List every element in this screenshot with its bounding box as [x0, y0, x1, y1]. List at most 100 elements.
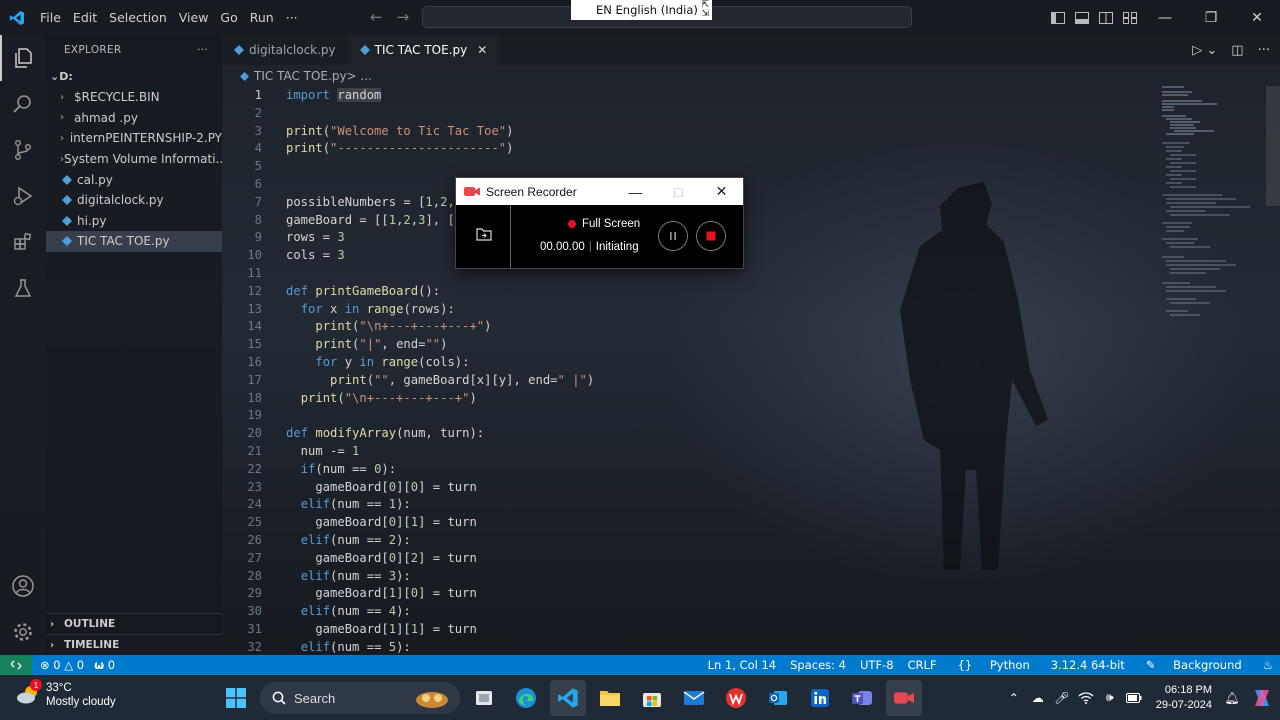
- code-line[interactable]: 15 print("|", end=""): [222, 336, 1122, 354]
- code-line[interactable]: 1 import random: [222, 87, 1122, 105]
- onedrive-cloud-icon[interactable]: ☁: [1026, 675, 1050, 720]
- toggle-secondary-sidebar-icon[interactable]: [1094, 0, 1118, 35]
- search-icon[interactable]: [0, 81, 46, 127]
- restore-window-icon[interactable]: ❐: [1188, 0, 1234, 35]
- outline-section[interactable]: › OUTLINE: [46, 613, 222, 634]
- source-control-icon[interactable]: [0, 127, 46, 173]
- customize-layout-icon[interactable]: [1118, 0, 1142, 35]
- settings-gear-icon[interactable]: [0, 609, 46, 655]
- code-line[interactable]: 14 print("\n+---+---+---+"): [222, 318, 1122, 336]
- code-line[interactable]: 26 elif(num == 2):: [222, 532, 1122, 550]
- code-line[interactable]: 2: [222, 105, 1122, 123]
- testing-flask-icon[interactable]: [0, 265, 46, 311]
- account-icon[interactable]: [0, 563, 46, 609]
- run-debug-icon[interactable]: [0, 173, 46, 219]
- windows-start-icon[interactable]: [218, 680, 254, 716]
- minimap[interactable]: [1160, 86, 1270, 326]
- close-window-icon[interactable]: ✕: [1234, 0, 1280, 35]
- microsoft-store-icon[interactable]: [634, 680, 670, 716]
- taskbar-clock[interactable]: 06:18 PM 29-07-2024: [1146, 683, 1220, 713]
- tree-folder-system-volume[interactable]: › System Volume Informati...: [46, 149, 222, 170]
- minimize-window-icon[interactable]: —: [1142, 0, 1188, 35]
- tree-file-digitalclock[interactable]: digitalclock.py: [46, 190, 222, 211]
- split-editor-icon[interactable]: ◫: [1231, 43, 1243, 58]
- timeline-section[interactable]: › TIMELINE: [46, 634, 222, 655]
- breadcrumb-file[interactable]: TIC TAC TOE.py: [254, 69, 347, 83]
- python-interpreter[interactable]: 3.12.4 64-bit: [1044, 658, 1132, 672]
- code-line[interactable]: 4 print("----------------------"): [222, 140, 1122, 158]
- linkedin-icon[interactable]: [802, 680, 838, 716]
- minimize-icon[interactable]: —: [614, 178, 657, 205]
- code-line[interactable]: 13 for x in range(rows):: [222, 301, 1122, 319]
- explorer-icon[interactable]: [0, 35, 46, 81]
- copilot-icon[interactable]: [1244, 675, 1280, 720]
- tab-tic-tac-toe[interactable]: TIC TAC TOE.py ✕: [347, 35, 500, 65]
- mail-icon[interactable]: [676, 680, 712, 716]
- end-of-line[interactable]: CRLF: [901, 658, 944, 672]
- edge-browser-icon[interactable]: [508, 680, 544, 716]
- code-line[interactable]: 32 elif(num == 5):: [222, 639, 1122, 657]
- code-line[interactable]: 25 gameBoard[0][1] = turn: [222, 514, 1122, 532]
- code-line[interactable]: 17 print("", gameBoard[x][y], end=" |"): [222, 372, 1122, 390]
- tree-folder-internship[interactable]: › internPEINTERNSHIP-2.PY: [46, 128, 222, 149]
- code-line[interactable]: 3 print("Welcome to Tic Tac Toe"): [222, 123, 1122, 141]
- code-line[interactable]: 20 def modifyArray(num, turn):: [222, 425, 1122, 443]
- notifications-bell-icon[interactable]: 🔔︎: [1220, 675, 1244, 720]
- battery-icon[interactable]: [1122, 675, 1146, 720]
- code-editor[interactable]: 1 import random 2 3 print("Welcome to Tic Ta…: [222, 86, 1280, 654]
- menu-edit[interactable]: Edit: [67, 0, 103, 35]
- tree-file-hi[interactable]: hi.py: [46, 211, 222, 232]
- tree-folder-recycle-bin[interactable]: › $RECYCLE.BIN: [46, 87, 222, 108]
- extensions-icon[interactable]: [0, 219, 46, 265]
- microphone-icon[interactable]: 🎤︎: [1050, 675, 1074, 720]
- code-line[interactable]: 30 elif(num == 4):: [222, 603, 1122, 621]
- run-python-icon[interactable]: ▷ ⌄: [1192, 43, 1217, 58]
- editor-scrollbar[interactable]: [1266, 86, 1280, 206]
- close-tab-icon[interactable]: ✕: [477, 43, 487, 57]
- menu-run[interactable]: Run: [244, 0, 280, 35]
- stop-button[interactable]: [696, 221, 726, 251]
- tree-file-tic-tac-toe[interactable]: TIC TAC TOE.py: [46, 231, 222, 252]
- problems-indicator[interactable]: ⊗ 0 △ 0: [40, 658, 84, 672]
- explorer-more-actions[interactable]: ···: [197, 44, 208, 56]
- code-line[interactable]: 29 gameBoard[1][0] = turn: [222, 585, 1122, 603]
- background-status[interactable]: ✎ Background: [1132, 658, 1256, 672]
- code-line[interactable]: 28 elif(num == 3):: [222, 568, 1122, 586]
- weather-widget[interactable]: 1 33°C Mostly cloudy: [14, 679, 116, 709]
- code-line[interactable]: 27 gameBoard[0][2] = turn: [222, 550, 1122, 568]
- toggle-sidebar-icon[interactable]: [1046, 0, 1070, 35]
- language-mode[interactable]: {} Python: [944, 658, 1044, 672]
- menu-file[interactable]: File: [34, 0, 67, 35]
- pause-button[interactable]: [658, 221, 688, 251]
- tree-file-cal[interactable]: cal.py: [46, 169, 222, 190]
- toggle-panel-icon[interactable]: [1070, 0, 1094, 35]
- back-arrow-icon[interactable]: ←: [370, 8, 383, 26]
- wps-office-icon[interactable]: [718, 680, 754, 716]
- code-line[interactable]: 21 num -= 1: [222, 443, 1122, 461]
- tree-folder-ahmad[interactable]: › ahmad .py: [46, 108, 222, 129]
- ports-indicator[interactable]: 𝞈 0: [94, 658, 115, 672]
- code-line[interactable]: 18 print("\n+---+---+---+"): [222, 390, 1122, 408]
- tab-digitalclock[interactable]: digitalclock.py: [222, 35, 348, 65]
- folder-icon[interactable]: [476, 227, 492, 241]
- expand-icon[interactable]: ⇱ ⇲: [701, 1, 709, 19]
- wifi-icon[interactable]: [1074, 675, 1098, 720]
- menu-view[interactable]: View: [173, 0, 215, 35]
- taskbar-search-input[interactable]: Search: [260, 682, 460, 714]
- notifications-bell-icon[interactable]: ♨: [1256, 658, 1280, 672]
- indentation[interactable]: Spaces: 4: [783, 658, 853, 672]
- code-line[interactable]: 24 elif(num == 1):: [222, 496, 1122, 514]
- code-line[interactable]: 31 gameBoard[1][1] = turn: [222, 621, 1122, 639]
- more-actions-icon[interactable]: ···: [1258, 43, 1270, 58]
- file-explorer-icon[interactable]: [592, 680, 628, 716]
- code-line[interactable]: 5: [222, 158, 1122, 176]
- file-encoding[interactable]: UTF-8: [853, 658, 901, 672]
- chevron-up-icon[interactable]: ⌃: [1002, 675, 1026, 720]
- breadcrumb-rest[interactable]: > ...: [347, 69, 372, 83]
- task-view-icon[interactable]: [466, 680, 502, 716]
- code-line[interactable]: 22 if(num == 0):: [222, 461, 1122, 479]
- screen-recorder-taskbar-icon[interactable]: [886, 680, 922, 716]
- menu-selection[interactable]: Selection: [103, 0, 173, 35]
- vscode-taskbar-icon[interactable]: [550, 680, 586, 716]
- code-line[interactable]: 16 for y in range(cols):: [222, 354, 1122, 372]
